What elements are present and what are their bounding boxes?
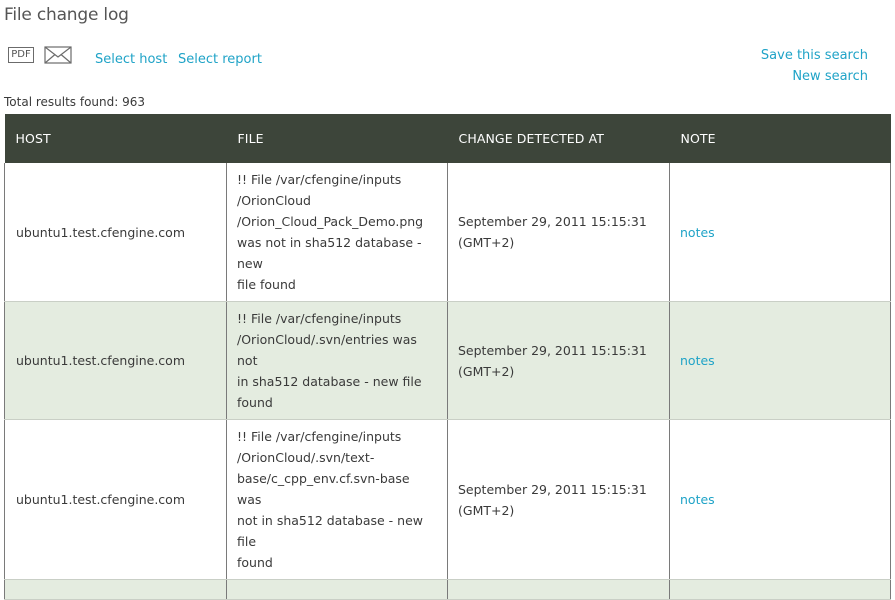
detected-at-cell (447, 579, 670, 600)
save-search-link[interactable]: Save this search (761, 48, 868, 63)
detected-timezone: (GMT+2) (458, 502, 515, 518)
note-cell: notes (669, 163, 891, 302)
file-line: was not in sha512 database - new (237, 235, 422, 271)
table-row: ubuntu1.test.cfengine.com !! File /var/c… (4, 163, 891, 302)
file-cell (226, 579, 448, 600)
column-header-note[interactable]: NOTE (669, 114, 891, 163)
column-header-host[interactable]: HOST (4, 114, 227, 163)
detected-timezone: (GMT+2) (458, 363, 515, 379)
detected-timezone: (GMT+2) (458, 235, 515, 250)
file-line: found (237, 395, 273, 410)
detected-at-cell: September 29, 2011 15:15:31 (GMT+2) (447, 163, 670, 302)
host-cell (4, 579, 227, 600)
file-line: /OrionCloud/.svn/entries was not (237, 332, 417, 368)
page-title: File change log (4, 5, 129, 25)
detected-date: September 29, 2011 15:15:31 (458, 214, 647, 229)
table-row: ubuntu1.test.cfengine.com !! File /var/c… (4, 301, 891, 420)
select-host-link[interactable]: Select host (95, 52, 167, 67)
host-cell: ubuntu1.test.cfengine.com (4, 419, 227, 580)
detected-date: September 29, 2011 15:15:31 (458, 481, 647, 497)
file-change-table: HOST FILE CHANGE DETECTED AT NOTE ubuntu… (4, 114, 891, 600)
select-report-link[interactable]: Select report (178, 52, 262, 67)
file-line: not in sha512 database - new file (237, 513, 423, 549)
host-cell: ubuntu1.test.cfengine.com (4, 163, 227, 302)
table-row-partial (4, 579, 891, 600)
note-cell: notes (669, 301, 891, 420)
column-header-file[interactable]: FILE (226, 114, 448, 163)
file-line: file found (237, 277, 296, 292)
file-line: in sha512 database - new file (237, 374, 422, 389)
detected-at-cell: September 29, 2011 15:15:31 (GMT+2) (447, 301, 670, 420)
notes-link[interactable]: notes (680, 492, 715, 507)
notes-link[interactable]: notes (680, 225, 715, 240)
table-row: ubuntu1.test.cfengine.com !! File /var/c… (4, 419, 891, 580)
note-cell (669, 579, 891, 600)
new-search-link[interactable]: New search (792, 69, 868, 84)
detected-date: September 29, 2011 15:15:31 (458, 342, 647, 358)
file-line: !! File /var/cfengine/inputs (237, 311, 402, 326)
file-line: /OrionCloud (237, 193, 311, 208)
table-header-row: HOST FILE CHANGE DETECTED AT NOTE (4, 114, 891, 163)
file-cell: !! File /var/cfengine/inputs /OrionCloud… (226, 419, 448, 580)
file-cell: !! File /var/cfengine/inputs /OrionCloud… (226, 301, 448, 420)
file-cell: !! File /var/cfengine/inputs /OrionCloud… (226, 163, 448, 302)
column-header-change-detected-at[interactable]: CHANGE DETECTED AT (447, 114, 670, 163)
file-line: !! File /var/cfengine/inputs (237, 172, 402, 187)
total-results-count: Total results found: 963 (4, 95, 146, 109)
notes-link[interactable]: notes (680, 353, 715, 368)
file-line: /OrionCloud/.svn/text- (237, 450, 375, 465)
file-line: base/c_cpp_env.cf.svn-base was (237, 471, 410, 507)
pdf-export-icon[interactable]: PDF (8, 47, 34, 63)
file-line: /Orion_Cloud_Pack_Demo.png (237, 214, 424, 229)
file-line: !! File /var/cfengine/inputs (237, 429, 402, 444)
detected-at-cell: September 29, 2011 15:15:31 (GMT+2) (447, 419, 670, 580)
host-cell: ubuntu1.test.cfengine.com (4, 301, 227, 420)
email-icon[interactable] (44, 45, 72, 65)
note-cell: notes (669, 419, 891, 580)
file-line: found (237, 555, 273, 570)
